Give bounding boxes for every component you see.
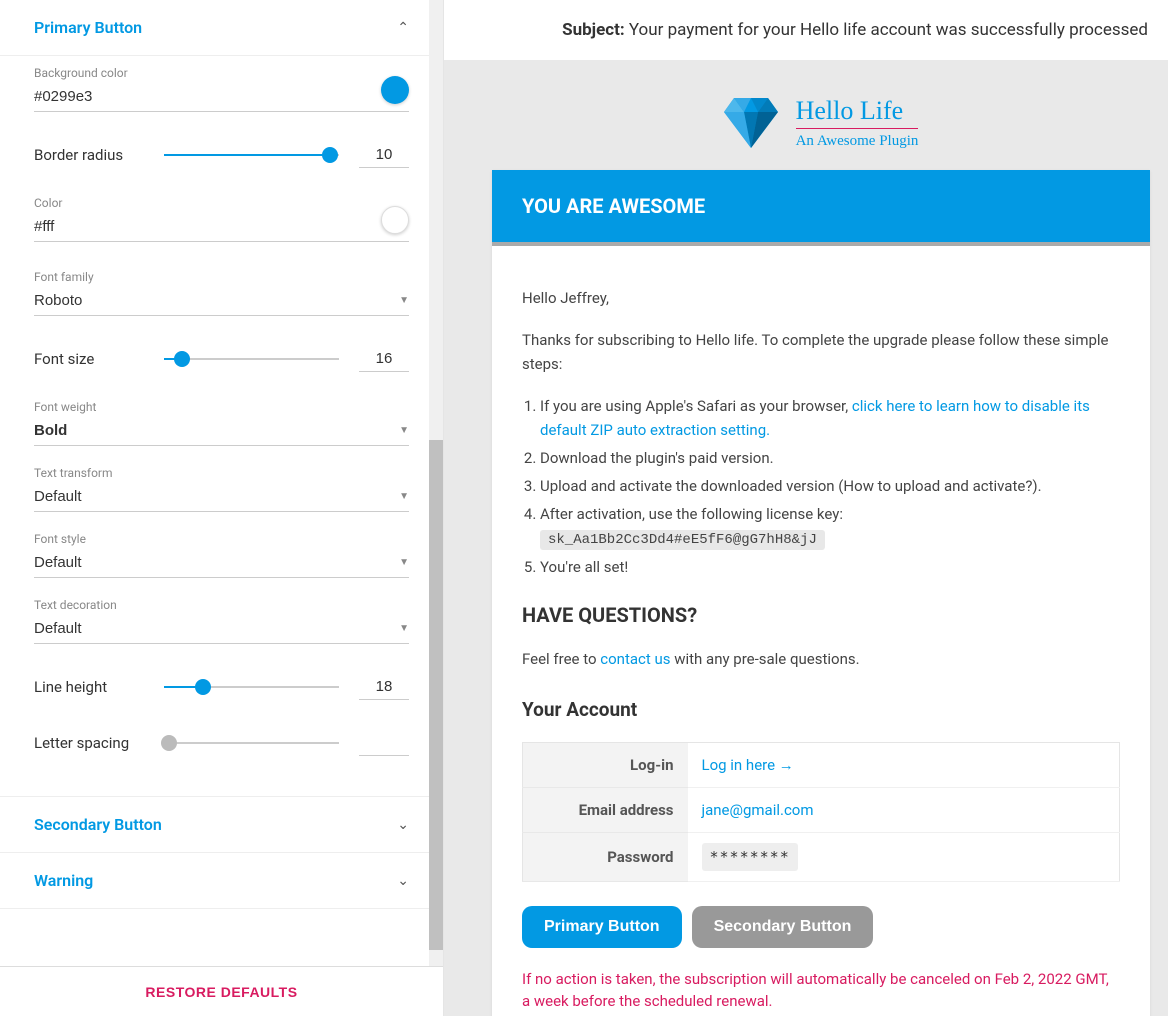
email-label: Email address	[523, 787, 688, 832]
field-font-weight: Font weight ▼	[34, 400, 409, 446]
caret-down-icon: ▼	[399, 295, 409, 306]
login-label: Log-in	[523, 742, 688, 787]
steps-list: If you are using Apple's Safari as your …	[522, 394, 1120, 579]
caret-down-icon: ▼	[399, 425, 409, 436]
input-letter-spacing-value[interactable]	[359, 730, 409, 756]
chevron-down-icon: ⌄	[397, 873, 409, 889]
select-text-decoration[interactable]	[34, 616, 409, 644]
step-2: Download the plugin's paid version.	[540, 446, 1120, 470]
field-letter-spacing: Letter spacing	[34, 730, 409, 756]
label-color: Color	[34, 196, 409, 210]
warning-text: If no action is taken, the subscription …	[522, 968, 1120, 1013]
input-font-size-value[interactable]	[359, 346, 409, 372]
email-greeting: Hello Jeffrey,	[522, 286, 1120, 310]
primary-button[interactable]: Primary Button	[522, 906, 682, 948]
field-background-color: Background color	[34, 66, 409, 112]
diamond-icon	[724, 98, 778, 148]
field-font-family: Font family ▼	[34, 270, 409, 316]
field-color: Color	[34, 196, 409, 242]
section-title: Warning	[34, 871, 93, 890]
swatch-color[interactable]	[381, 206, 409, 234]
field-font-size: Font size	[34, 346, 409, 372]
section-title: Primary Button	[34, 18, 142, 37]
caret-down-icon: ▼	[399, 623, 409, 634]
questions-heading: HAVE QUESTIONS?	[522, 599, 1120, 631]
field-font-style: Font style ▼	[34, 532, 409, 578]
account-table: Log-in Log in here → Email address jane@…	[522, 742, 1120, 882]
label-text-transform: Text transform	[34, 466, 409, 480]
section-body-primary: Background color Border radius Color	[0, 56, 443, 796]
sidebar: Primary Button ⌃ Background color Border…	[0, 0, 444, 1016]
chevron-up-icon: ⌃	[397, 20, 409, 36]
secondary-button[interactable]: Secondary Button	[692, 906, 874, 948]
account-heading: Your Account	[522, 695, 1120, 725]
step-3: Upload and activate the downloaded versi…	[540, 474, 1120, 498]
password-value: ********	[702, 843, 798, 871]
caret-down-icon: ▼	[399, 491, 409, 502]
field-text-transform: Text transform ▼	[34, 466, 409, 512]
questions-text: Feel free to contact us with any pre-sal…	[522, 647, 1120, 671]
email-value: jane@gmail.com	[688, 787, 1120, 832]
button-row: Primary Button Secondary Button	[522, 906, 1120, 948]
section-warning[interactable]: Warning ⌄	[0, 853, 443, 909]
section-title: Secondary Button	[34, 815, 162, 834]
chevron-down-icon: ⌄	[397, 817, 409, 833]
label-border-radius: Border radius	[34, 146, 144, 164]
restore-defaults-button[interactable]: RESTORE DEFAULTS	[145, 984, 297, 1000]
label-font-size: Font size	[34, 350, 144, 368]
swatch-bg-color[interactable]	[381, 76, 409, 104]
slider-border-radius[interactable]	[164, 145, 339, 165]
step-5: You're all set!	[540, 555, 1120, 579]
label-font-style: Font style	[34, 532, 409, 546]
subject-text: Your payment for your Hello life account…	[629, 20, 1148, 40]
label-text-decoration: Text decoration	[34, 598, 409, 612]
label-font-family: Font family	[34, 270, 409, 284]
brand: Hello Life An Awesome Plugin	[492, 80, 1150, 170]
step-1: If you are using Apple's Safari as your …	[540, 394, 1120, 442]
subject-bar: Subject: Your payment for your Hello lif…	[444, 0, 1168, 60]
slider-line-height[interactable]	[164, 677, 339, 697]
sidebar-scrollbar-thumb[interactable]	[429, 440, 443, 950]
input-line-height-value[interactable]	[359, 674, 409, 700]
section-secondary-button[interactable]: Secondary Button ⌄	[0, 796, 443, 853]
field-text-decoration: Text decoration ▼	[34, 598, 409, 644]
table-row: Password ********	[523, 832, 1120, 881]
email-intro: Thanks for subscribing to Hello life. To…	[522, 328, 1120, 376]
email-card: YOU ARE AWESOME Hello Jeffrey, Thanks fo…	[492, 170, 1150, 1016]
restore-bar: RESTORE DEFAULTS	[0, 966, 443, 1016]
sidebar-scrollbar-track[interactable]	[429, 0, 443, 966]
field-line-height: Line height	[34, 674, 409, 700]
select-text-transform[interactable]	[34, 484, 409, 512]
slider-font-size[interactable]	[164, 349, 339, 369]
license-key: sk_Aa1Bb2Cc3Dd4#eE5fF6@gG7hH8&jJ	[540, 530, 825, 550]
caret-down-icon: ▼	[399, 557, 409, 568]
input-color[interactable]	[34, 214, 409, 242]
section-primary-button[interactable]: Primary Button ⌃	[0, 0, 443, 56]
label-letter-spacing: Letter spacing	[34, 734, 144, 752]
brand-subtitle: An Awesome Plugin	[796, 133, 919, 150]
field-border-radius: Border radius	[34, 142, 409, 168]
table-row: Email address jane@gmail.com	[523, 787, 1120, 832]
step-4: After activation, use the following lice…	[540, 502, 1120, 551]
contact-link[interactable]: contact us	[600, 650, 670, 668]
table-row: Log-in Log in here →	[523, 742, 1120, 787]
select-font-family[interactable]	[34, 288, 409, 316]
slider-letter-spacing[interactable]	[164, 733, 339, 753]
select-font-weight[interactable]	[34, 418, 409, 446]
password-label: Password	[523, 832, 688, 881]
select-font-style[interactable]	[34, 550, 409, 578]
subject-label: Subject:	[562, 20, 625, 40]
preview-pane: Subject: Your payment for your Hello lif…	[444, 0, 1168, 1016]
login-link[interactable]: Log in here →	[702, 756, 794, 774]
label-font-weight: Font weight	[34, 400, 409, 414]
label-bg-color: Background color	[34, 66, 409, 80]
label-line-height: Line height	[34, 678, 144, 696]
brand-title: Hello Life	[796, 96, 919, 129]
input-bg-color[interactable]	[34, 84, 409, 112]
email-banner: YOU ARE AWESOME	[492, 170, 1150, 246]
input-border-radius-value[interactable]	[359, 142, 409, 168]
